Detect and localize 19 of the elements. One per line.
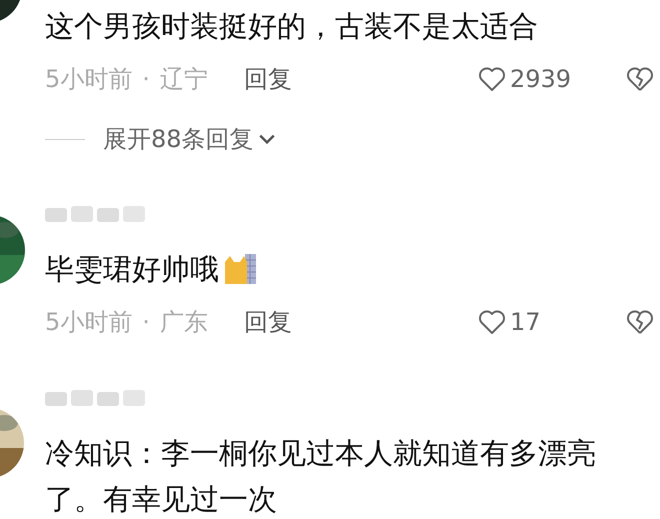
- comment-location: 辽宁: [160, 64, 208, 95]
- separator-dot: ·: [142, 308, 150, 336]
- like-icon[interactable]: [478, 66, 506, 92]
- comment-text: 这个男孩时装挺好的，古装不是太适合: [45, 8, 538, 45]
- like-icon[interactable]: [478, 309, 506, 335]
- expand-replies-button[interactable]: 展开88条回复: [103, 123, 276, 155]
- dislike-icon[interactable]: [626, 66, 654, 92]
- comment-time: 5小时前: [45, 64, 132, 95]
- like-count: 17: [510, 308, 542, 336]
- dislike-icon[interactable]: [626, 309, 654, 335]
- reply-button[interactable]: 回复: [244, 63, 292, 95]
- like-count: 2939: [510, 65, 572, 93]
- comment-location: 广东: [160, 307, 208, 338]
- separator-dot: ·: [142, 65, 150, 93]
- comment-time: 5小时前: [45, 307, 132, 338]
- comment-text: 毕雯珺好帅哦: [45, 251, 219, 288]
- reply-button[interactable]: 回复: [244, 306, 292, 338]
- comment-text: 冷知识：李一桐你见过本人就知道有多漂亮了。有幸见过一次: [45, 435, 597, 518]
- chevron-down-icon: [258, 133, 276, 145]
